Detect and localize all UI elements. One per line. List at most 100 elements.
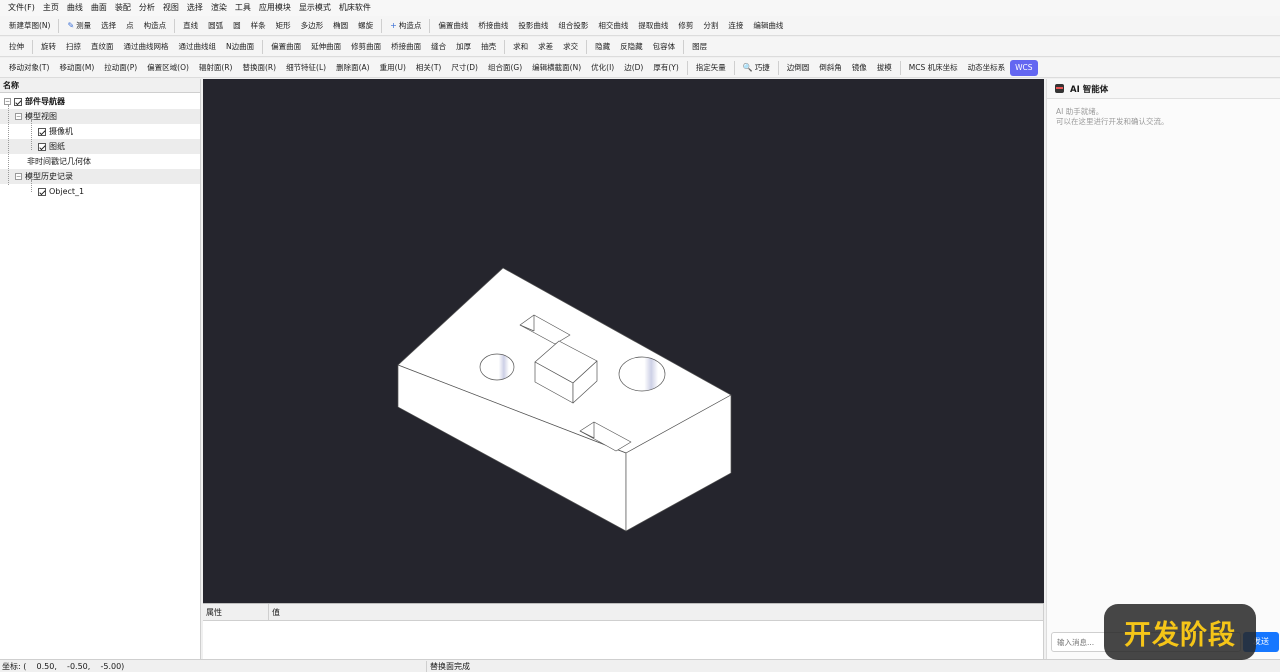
menu-select[interactable]: 选择 xyxy=(183,0,207,16)
toolbar-separator xyxy=(586,39,588,54)
through-mesh-button[interactable]: 通过曲线网格 xyxy=(119,39,174,55)
menu-machine-software[interactable]: 机床软件 xyxy=(335,0,375,16)
dimension-button[interactable]: 尺寸(D) xyxy=(446,60,483,76)
ellipse-button[interactable]: 椭圆 xyxy=(328,18,353,34)
menu-display-mode[interactable]: 显示模式 xyxy=(295,0,335,16)
menu-tools[interactable]: 工具 xyxy=(231,0,255,16)
collapse-icon[interactable]: − xyxy=(15,173,22,180)
ruled-button[interactable]: 直纹面 xyxy=(86,39,119,55)
tree-item-object1[interactable]: Object_1 xyxy=(0,184,200,199)
join-button[interactable]: 连接 xyxy=(723,18,748,34)
pull-face-button[interactable]: 拉动面(P) xyxy=(99,60,142,76)
split-button[interactable]: 分割 xyxy=(698,18,723,34)
circle-button[interactable]: 圆 xyxy=(228,18,246,34)
sew-button[interactable]: 缝合 xyxy=(426,39,451,55)
construct-point2-button[interactable]: + 构造点 xyxy=(385,18,426,34)
shell-button[interactable]: 抽壳 xyxy=(476,39,501,55)
tree-item-root[interactable]: − 部件导航器 xyxy=(0,94,200,109)
group-face-button[interactable]: 组合面(G) xyxy=(483,60,527,76)
menu-curve[interactable]: 曲线 xyxy=(63,0,87,16)
new-sketch-button[interactable]: 新建草图(N) xyxy=(4,18,55,34)
menu-view[interactable]: 视图 xyxy=(159,0,183,16)
offset-curve-button[interactable]: 偏置曲线 xyxy=(433,18,473,34)
intersect-curve-button[interactable]: 相交曲线 xyxy=(593,18,633,34)
revolve-button[interactable]: 旋转 xyxy=(36,39,61,55)
menu-file[interactable]: 文件(F) xyxy=(4,0,39,16)
menu-analysis[interactable]: 分析 xyxy=(135,0,159,16)
dynamic-cs-button[interactable]: 动态坐标系 xyxy=(963,60,1011,76)
menu-assembly[interactable]: 装配 xyxy=(111,0,135,16)
combine-project-button[interactable]: 组合投影 xyxy=(553,18,593,34)
edit-curve-button[interactable]: 编辑曲线 xyxy=(748,18,788,34)
edge-fillet-button[interactable]: 边倒圆 xyxy=(782,60,815,76)
reuse-button[interactable]: 重用(U) xyxy=(375,60,411,76)
optimize-button[interactable]: 优化(I) xyxy=(586,60,619,76)
thickness-button[interactable]: 厚有(Y) xyxy=(648,60,683,76)
mcs-button[interactable]: MCS 机床坐标 xyxy=(904,60,963,76)
wcs-button[interactable]: WCS xyxy=(1010,59,1038,76)
arc-button[interactable]: 圆弧 xyxy=(203,18,228,34)
menu-render[interactable]: 渲染 xyxy=(207,0,231,16)
through-group-button[interactable]: 通过曲线组 xyxy=(174,39,222,55)
extend-surface-button[interactable]: 延伸曲面 xyxy=(306,39,346,55)
relate-button[interactable]: 相关(T) xyxy=(411,60,446,76)
part-body[interactable] xyxy=(397,267,732,532)
edge-button[interactable]: 边(D) xyxy=(619,60,648,76)
line-button[interactable]: 直线 xyxy=(178,18,203,34)
extract-curve-button[interactable]: 提取曲线 xyxy=(633,18,673,34)
collapse-icon[interactable]: − xyxy=(15,113,22,120)
checkbox-checked-icon[interactable] xyxy=(38,187,46,196)
offset-surface-button[interactable]: 偏置曲面 xyxy=(266,39,306,55)
tree-item-model-history[interactable]: − 模型历史记录 xyxy=(0,169,200,184)
draft-button[interactable]: 拔模 xyxy=(872,60,897,76)
polygon-button[interactable]: 多边形 xyxy=(296,18,329,34)
sweep-button[interactable]: 扫掠 xyxy=(61,39,86,55)
hide-button[interactable]: 隐藏 xyxy=(590,39,615,55)
trim-surface-button[interactable]: 修剪曲面 xyxy=(346,39,386,55)
tree-item-non-timestamp[interactable]: 非时间戳记几何体 xyxy=(0,154,200,169)
menu-surface[interactable]: 曲面 xyxy=(87,0,111,16)
chamfer-button[interactable]: 倒斜角 xyxy=(814,60,847,76)
bridge-surface-button[interactable]: 桥接曲面 xyxy=(386,39,426,55)
point-button[interactable]: 点 xyxy=(121,18,139,34)
extrude-button[interactable]: 拉伸 xyxy=(4,39,29,55)
select-button[interactable]: 选择 xyxy=(96,18,121,34)
tree-item-drawing[interactable]: 图纸 xyxy=(0,139,200,154)
helix-button[interactable]: 螺旋 xyxy=(353,18,378,34)
menu-app-modules[interactable]: 应用模块 xyxy=(255,0,295,16)
detail-feature-button[interactable]: 细节特征(L) xyxy=(281,60,331,76)
rect-button[interactable]: 矩形 xyxy=(271,18,296,34)
move-face-button[interactable]: 移动面(M) xyxy=(54,60,99,76)
checkbox-checked-icon[interactable] xyxy=(38,142,46,151)
intersect-button[interactable]: 求交 xyxy=(558,39,583,55)
thicken-button[interactable]: 加厚 xyxy=(451,39,476,55)
measure-button[interactable]: ✎ 测量 xyxy=(62,18,96,34)
tree-item-model-views[interactable]: − 模型视图 xyxy=(0,109,200,124)
spline-button[interactable]: 样条 xyxy=(246,18,271,34)
replace-face-button[interactable]: 替换面(R) xyxy=(237,60,281,76)
checkbox-checked-icon[interactable] xyxy=(14,97,22,106)
collapse-icon[interactable]: − xyxy=(4,98,11,105)
snap-button[interactable]: 🔍 巧捷 xyxy=(738,60,775,76)
bbox-button[interactable]: 包容体 xyxy=(648,39,681,55)
specify-vector-button[interactable]: 指定矢量 xyxy=(691,60,731,76)
edit-section-button[interactable]: 编辑横截面(N) xyxy=(527,60,586,76)
menu-home[interactable]: 主页 xyxy=(39,0,63,16)
fillet-face-button[interactable]: 辐射面(R) xyxy=(194,60,238,76)
layer-button[interactable]: 图层 xyxy=(687,39,712,55)
subtract-button[interactable]: 求差 xyxy=(533,39,558,55)
offset-region-button[interactable]: 偏置区域(O) xyxy=(142,60,194,76)
3d-viewport[interactable] xyxy=(203,79,1044,603)
bridge-curve-button[interactable]: 桥接曲线 xyxy=(473,18,513,34)
tree-item-camera[interactable]: 摄像机 xyxy=(0,124,200,139)
trim-button[interactable]: 修剪 xyxy=(673,18,698,34)
n-sided-button[interactable]: N边曲面 xyxy=(221,39,259,55)
mirror-button[interactable]: 镜像 xyxy=(847,60,872,76)
checkbox-checked-icon[interactable] xyxy=(38,127,46,136)
unite-button[interactable]: 求和 xyxy=(508,39,533,55)
delete-face-button[interactable]: 删除面(A) xyxy=(331,60,374,76)
move-object-button[interactable]: 移动对象(T) xyxy=(4,60,54,76)
construct-point-button[interactable]: 构造点 xyxy=(139,18,172,34)
project-curve-button[interactable]: 投影曲线 xyxy=(513,18,553,34)
unhide-button[interactable]: 反隐藏 xyxy=(615,39,648,55)
